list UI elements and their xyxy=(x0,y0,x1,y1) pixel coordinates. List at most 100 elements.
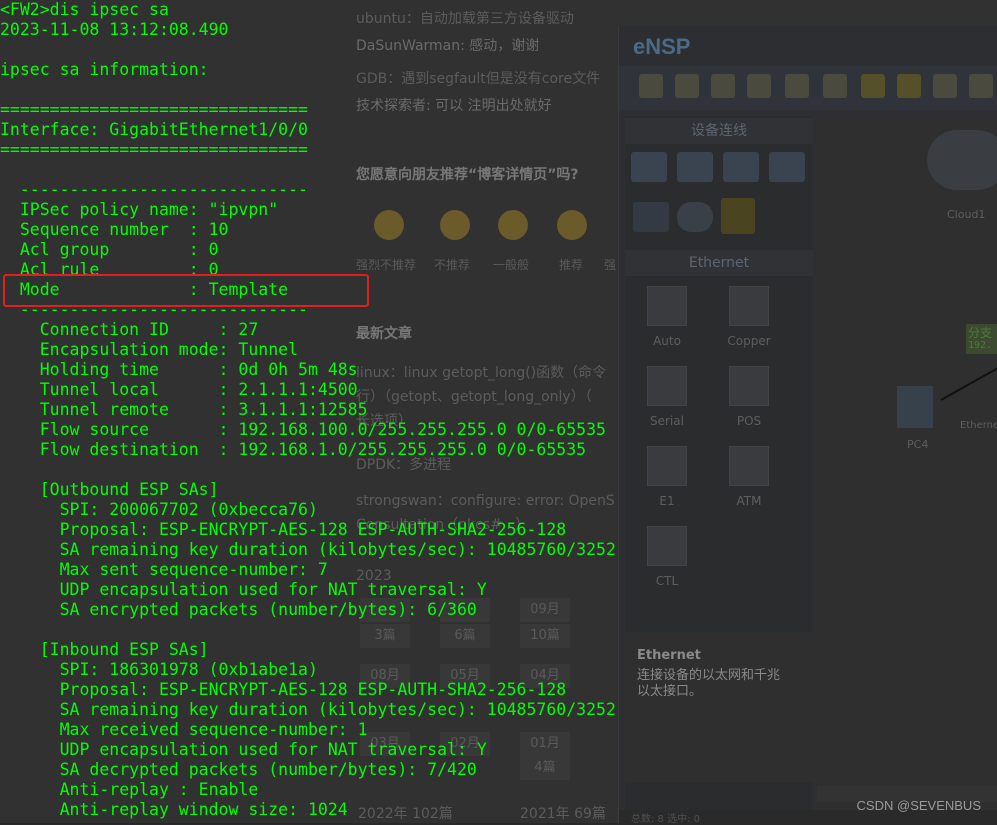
terminal-line: ----------------------------- xyxy=(0,180,308,199)
auto-cable-icon[interactable] xyxy=(647,286,687,326)
terminal-line: UDP encapsulation used for NAT traversal… xyxy=(0,580,487,599)
cloud-label: Cloud1 xyxy=(947,208,986,221)
article-link-1[interactable]: linux：linux getopt_long()函数（命令 xyxy=(356,362,606,382)
atm-cable-icon[interactable] xyxy=(729,446,769,486)
terminal-line: <FW2>dis ipsec sa xyxy=(0,0,169,19)
print-icon[interactable] xyxy=(823,74,847,98)
cable-info-box: Ethernet 连接设备的以太网和千兆以太接口。 xyxy=(625,632,813,782)
router-category-icon[interactable] xyxy=(631,152,667,182)
calendar-cell[interactable]: 01月 xyxy=(520,732,570,756)
device-panel-title: 设备连线 xyxy=(625,118,813,144)
copper-cable-icon[interactable] xyxy=(729,286,769,326)
comment-2: DaSunWarman: 感动，谢谢 xyxy=(356,38,540,54)
calendar-cell[interactable]: 09月 xyxy=(520,598,570,622)
pos-cable-icon[interactable] xyxy=(729,366,769,406)
cable-label-serial: Serial xyxy=(650,414,684,428)
cable-label-auto: Auto xyxy=(653,334,681,348)
open-icon[interactable] xyxy=(711,74,735,98)
pan-hand-icon[interactable] xyxy=(969,74,993,98)
terminal-line: SA remaining key duration (kilobytes/sec… xyxy=(0,540,616,559)
terminal-line: Tunnel local : 2.1.1.1:4500 xyxy=(0,380,358,399)
save-icon[interactable] xyxy=(747,74,771,98)
branch-label: 分支 xyxy=(968,326,993,340)
terminal-line: Acl group : 0 xyxy=(0,240,219,259)
terminal-line: ipsec sa information: xyxy=(0,60,209,79)
serial-cable-icon[interactable] xyxy=(647,366,687,406)
rating-label-2: 不推荐 xyxy=(434,258,471,272)
terminal-line: Proposal: ESP-ENCRYPT-AES-128 ESP-AUTH-S… xyxy=(0,520,567,539)
terminal-line: Max received sequence-number: 1 xyxy=(0,720,368,739)
cloud-device-icon[interactable] xyxy=(927,130,997,190)
terminal-line: Tunnel remote : 3.1.1.1:12585 xyxy=(0,400,368,419)
calendar-cell[interactable]: 3篇 xyxy=(360,624,410,648)
terminal-line: Flow destination : 192.168.1.0/255.255.2… xyxy=(0,440,587,459)
article-link-3[interactable]: strongswan：configure: error: OpenS xyxy=(356,490,615,510)
topology-canvas[interactable]: Cloud1 分支 192. PC4 Etherne xyxy=(817,116,997,816)
latest-articles-title: 最新文章 xyxy=(356,326,412,342)
branch-ip: 192. xyxy=(968,340,993,351)
rating-emoji-1[interactable] xyxy=(374,210,404,240)
cable-label-ctl: CTL xyxy=(655,574,679,588)
firewall-category-icon[interactable] xyxy=(769,152,805,182)
comment-3: GDB：遇到segfault但是没有core文件 xyxy=(356,71,601,87)
rating-label-1: 强烈不推荐 xyxy=(356,258,417,272)
terminal-line: Interface: GigabitEthernet1/0/0 xyxy=(0,120,308,139)
terminal-line: Connection ID : 27 xyxy=(0,320,259,339)
terminal-line: Holding time : 0d 0h 5m 48s xyxy=(0,360,358,379)
switch-category-icon[interactable] xyxy=(677,152,713,182)
csdn-watermark: CSDN @SEVENBUS xyxy=(856,798,981,813)
mode-highlight-box xyxy=(3,274,369,307)
ctl-cable-icon[interactable] xyxy=(647,526,687,566)
cable-label-pos: POS xyxy=(736,414,762,428)
rating-label-5: 强 xyxy=(604,258,617,272)
undo-icon[interactable] xyxy=(861,74,885,98)
calendar-cell[interactable]: 10篇 xyxy=(520,624,570,648)
terminal-line: SA remaining key duration (kilobytes/sec… xyxy=(0,700,616,719)
terminal-line: =============================== xyxy=(0,140,308,159)
pc-category-icon[interactable] xyxy=(633,202,669,232)
link-line[interactable] xyxy=(937,364,997,404)
wlan-category-icon[interactable] xyxy=(723,152,759,182)
cable-label-e1: E1 xyxy=(659,494,675,508)
ensp-logo: eNSP xyxy=(633,34,691,59)
terminal-line: Anti-replay window size: 1024 xyxy=(0,800,348,819)
e1-cable-icon[interactable] xyxy=(647,446,687,486)
terminal-line: Max sent sequence-number: 7 xyxy=(0,560,328,579)
select-pointer-icon[interactable] xyxy=(933,74,957,98)
article-link-1b[interactable]: 行）（getopt、getopt_long_only）（ xyxy=(356,386,592,406)
terminal-line: Sequence number : 10 xyxy=(0,220,229,239)
terminal-line: UDP encapsulation used for NAT traversal… xyxy=(0,740,487,759)
new-topology-icon[interactable] xyxy=(675,74,699,98)
comment-1: ubuntu：自动加载第三方设备驱动 xyxy=(356,11,574,27)
terminal-line: [Inbound ESP SAs] xyxy=(0,640,209,659)
info-title: Ethernet xyxy=(637,648,701,663)
rating-emoji-3[interactable] xyxy=(498,210,528,240)
redo-icon[interactable] xyxy=(897,74,921,98)
rating-label-4: 推荐 xyxy=(559,258,584,272)
terminal-line: Anti-replay : Enable xyxy=(0,780,259,799)
rating-label-3: 一般般 xyxy=(493,258,530,272)
link-label: Etherne xyxy=(960,420,997,431)
calendar-cell[interactable]: 4篇 xyxy=(520,756,570,780)
ensp-window: eNSP 设备连线 Ethernet Auto Copper Serial PO… xyxy=(618,26,997,825)
terminal-line: Proposal: ESP-ENCRYPT-AES-128 ESP-AUTH-S… xyxy=(0,680,567,699)
terminal-line: Flow source : 192.168.100.0/255.255.255.… xyxy=(0,420,606,439)
cable-label-atm: ATM xyxy=(736,494,762,508)
cable-label-copper: Copper xyxy=(727,334,771,348)
rating-emoji-4[interactable] xyxy=(557,210,587,240)
terminal-line: [Outbound ESP SAs] xyxy=(0,480,219,499)
cable-category-icon[interactable] xyxy=(721,198,755,234)
new-icon[interactable] xyxy=(639,74,663,98)
archive-2021[interactable]: 2021年 69篇 xyxy=(520,803,606,823)
branch-device-tag[interactable]: 分支 192. xyxy=(966,324,997,354)
info-description: 连接设备的以太网和千兆以太接口。 xyxy=(637,668,781,699)
cloud-category-icon[interactable] xyxy=(677,202,713,232)
terminal-line: SPI: 186301978 (0xb1abe1a) xyxy=(0,660,318,679)
terminal-line: 2023-11-08 13:12:08.490 xyxy=(0,20,229,39)
save-as-icon[interactable] xyxy=(785,74,809,98)
archive-2022[interactable]: 2022年 102篇 xyxy=(358,803,453,823)
terminal-line: SA encrypted packets (number/bytes): 6/3… xyxy=(0,600,477,619)
rating-emoji-2[interactable] xyxy=(440,210,470,240)
calendar-cell[interactable]: 6篇 xyxy=(440,624,490,648)
pc-device-icon[interactable] xyxy=(897,386,933,428)
